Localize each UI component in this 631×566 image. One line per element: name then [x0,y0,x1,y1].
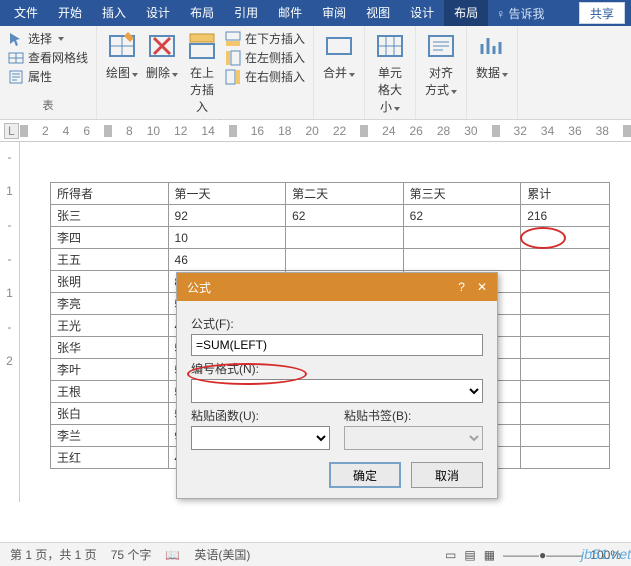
align-button[interactable]: 对齐方式 [424,30,458,98]
format-select[interactable] [191,379,483,403]
formula-input[interactable] [191,334,483,356]
tab-review[interactable]: 审阅 [312,0,356,26]
tab-insert[interactable]: 插入 [92,0,136,26]
tab-layout2[interactable]: 布局 [444,0,488,26]
page-indicator[interactable]: 第 1 页，共 1 页 [10,546,97,563]
insert-below-button[interactable]: 在下方插入 [225,30,305,47]
view-print-icon[interactable]: ▤ [464,548,475,562]
paste-bm-label: 粘贴书签(B): [344,407,483,424]
view-read-icon[interactable]: ▭ [445,548,456,562]
insert-above-button[interactable]: 在上方插入 [185,30,219,115]
tab-bar: 文件 开始 插入 设计 布局 引用 邮件 审阅 视图 设计 布局 ♀ 告诉我 共… [0,0,631,26]
cell-size-button[interactable]: 单元格大小 [373,30,407,115]
table-header-row: 所得者第一天第二天第三天累计 [51,183,610,205]
cancel-button[interactable]: 取消 [411,462,483,488]
group-table: 表 [43,95,54,115]
horizontal-ruler: L 2468101214161820222426283032343638 [0,120,631,142]
help-icon[interactable]: ? [458,280,465,294]
tab-layout[interactable]: 布局 [180,0,224,26]
table-row[interactable]: 张三926262216 [51,205,610,227]
tab-home[interactable]: 开始 [48,0,92,26]
delete-button[interactable]: 删除 [145,30,179,81]
paste-bm-select[interactable] [344,426,483,450]
merge-button[interactable]: 合并 [322,30,356,81]
props-button[interactable]: 属性 [8,68,88,85]
insert-left-button[interactable]: 在左侧插入 [225,49,305,66]
word-count[interactable]: 75 个字 [111,546,152,563]
language[interactable]: 英语(美国) [194,546,250,563]
formula-dialog: 公式 ? ✕ 公式(F): 编号格式(N): 粘贴函数(U): 粘贴书签(B):… [176,272,498,499]
zoom-slider[interactable]: ———●——— [503,548,582,562]
proofing-icon[interactable]: 📖 [165,548,180,562]
select-button[interactable]: 选择 [8,30,88,47]
vertical-ruler: -1--1-2 [0,142,20,502]
tab-design[interactable]: 设计 [136,0,180,26]
table-row[interactable]: 李四10 [51,227,610,249]
format-label: 编号格式(N): [191,360,483,377]
view-web-icon[interactable]: ▦ [484,548,495,562]
tab-view[interactable]: 视图 [356,0,400,26]
paste-fn-select[interactable] [191,426,330,450]
table-row[interactable]: 王五46 [51,249,610,271]
ribbon: 选择 查看网格线 属性 表 绘图 删除 在上方插入 在下方插入 在左侧插入 在右… [0,26,631,120]
draw-button[interactable]: 绘图 [105,30,139,81]
tab-mail[interactable]: 邮件 [268,0,312,26]
tab-file[interactable]: 文件 [4,0,48,26]
paste-fn-label: 粘贴函数(U): [191,407,330,424]
ruler-marker: L [4,123,19,139]
watermark: jb51.net [581,546,631,562]
tab-design2[interactable]: 设计 [400,0,444,26]
gridlines-button[interactable]: 查看网格线 [8,49,88,66]
formula-label: 公式(F): [191,315,483,332]
ok-button[interactable]: 确定 [329,462,401,488]
insert-right-button[interactable]: 在右侧插入 [225,68,305,85]
tab-ref[interactable]: 引用 [224,0,268,26]
dialog-title: 公式 [187,279,211,296]
status-bar: 第 1 页，共 1 页 75 个字 📖 英语(美国) ▭ ▤ ▦ ———●———… [0,542,631,566]
tell-me[interactable]: ♀ 告诉我 [496,5,544,22]
share-button[interactable]: 共享 [579,2,625,24]
data-button[interactable]: 数据 [475,30,509,81]
dialog-titlebar: 公式 ? ✕ [177,273,497,301]
close-icon[interactable]: ✕ [477,280,487,294]
